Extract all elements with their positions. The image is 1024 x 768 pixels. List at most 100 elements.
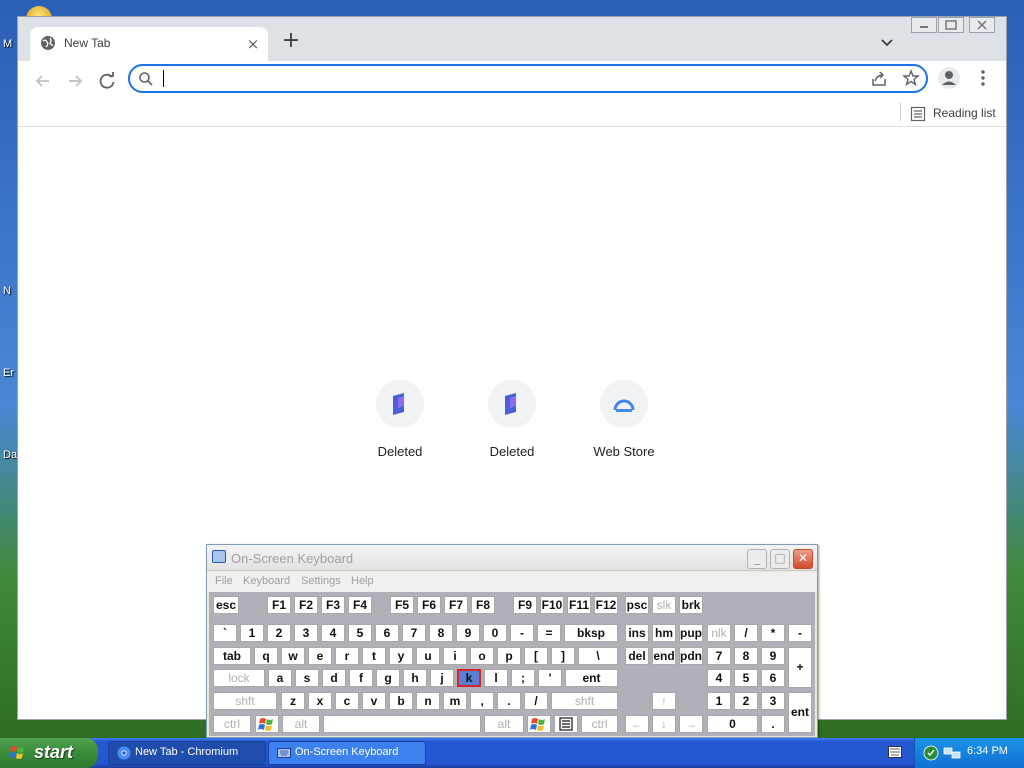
share-icon[interactable] [870, 70, 888, 88]
key-win-left[interactable] [255, 715, 279, 733]
key-alt-right[interactable]: alt [484, 715, 524, 733]
key-num-3[interactable]: 3 [761, 692, 785, 710]
key-d[interactable]: d [322, 669, 346, 687]
key-period[interactable]: . [497, 692, 521, 710]
key-t[interactable]: t [362, 647, 386, 665]
key-num-9[interactable]: 9 [761, 647, 785, 665]
key-num-plus[interactable]: + [788, 647, 812, 688]
key-g[interactable]: g [376, 669, 400, 687]
key-num-5[interactable]: 5 [734, 669, 758, 687]
chevron-down-icon[interactable] [878, 33, 896, 51]
more-vertical-icon[interactable] [976, 67, 990, 89]
key-quote[interactable]: ' [538, 669, 562, 687]
menu-file[interactable]: File [215, 575, 233, 587]
key-f4[interactable]: F4 [348, 596, 372, 614]
key-ctrl-left[interactable]: ctrl [213, 715, 251, 733]
maximize-button[interactable] [938, 17, 964, 33]
key-menu[interactable] [554, 715, 578, 733]
key-num-6[interactable]: 6 [761, 669, 785, 687]
new-tab-button[interactable]: + [280, 30, 302, 53]
security-shield-icon[interactable] [923, 745, 939, 761]
osk-minimize-button[interactable]: _ [747, 549, 767, 569]
network-icon[interactable] [943, 745, 961, 761]
key-f10[interactable]: F10 [540, 596, 564, 614]
shortcut-tile[interactable]: Deleted [344, 380, 456, 470]
key-6[interactable]: 6 [375, 624, 399, 642]
key-num-enter[interactable]: ent [788, 692, 812, 733]
key-num-7[interactable]: 7 [707, 647, 731, 665]
key-a[interactable]: a [268, 669, 292, 687]
key-arrow-left[interactable]: ← [625, 715, 649, 733]
key-slk[interactable]: slk [652, 596, 676, 614]
key-arrow-down[interactable]: ↓ [652, 715, 676, 733]
key-pgup[interactable]: pup [679, 624, 703, 642]
key-f9[interactable]: F9 [513, 596, 537, 614]
taskbar-item-osk[interactable]: On-Screen Keyboard [268, 741, 426, 765]
key-capslock[interactable]: lock [213, 669, 265, 687]
key-n[interactable]: n [416, 692, 440, 710]
key-f12[interactable]: F12 [594, 596, 618, 614]
key-minus[interactable]: - [510, 624, 534, 642]
key-f5[interactable]: F5 [390, 596, 414, 614]
key-ins[interactable]: ins [625, 624, 649, 642]
key-s[interactable]: s [295, 669, 319, 687]
desktop-icon-label[interactable]: N [3, 285, 11, 297]
key-slash[interactable]: / [524, 692, 548, 710]
key-1[interactable]: 1 [240, 624, 264, 642]
key-backslash[interactable]: \ [578, 647, 618, 665]
key-home[interactable]: hm [652, 624, 676, 642]
key-f1[interactable]: F1 [267, 596, 291, 614]
key-pgdn[interactable]: pdn [679, 647, 703, 665]
key-equals[interactable]: = [537, 624, 561, 642]
key-tab[interactable]: tab [213, 647, 251, 665]
key-f6[interactable]: F6 [417, 596, 441, 614]
key-7[interactable]: 7 [402, 624, 426, 642]
key-e[interactable]: e [308, 647, 332, 665]
key-9[interactable]: 9 [456, 624, 480, 642]
close-icon[interactable]: × [244, 35, 262, 53]
key-r[interactable]: r [335, 647, 359, 665]
menu-keyboard[interactable]: Keyboard [243, 575, 290, 587]
key-q[interactable]: q [254, 647, 278, 665]
key-f3[interactable]: F3 [321, 596, 345, 614]
key-num-divide[interactable]: / [734, 624, 758, 642]
key-alt-left[interactable]: alt [282, 715, 320, 733]
key-4[interactable]: 4 [321, 624, 345, 642]
shortcut-tile[interactable]: Deleted [456, 380, 568, 470]
shortcut-tile[interactable]: Web Store [568, 380, 680, 470]
osk-maximize-button[interactable]: □ [770, 549, 790, 569]
key-semicolon[interactable]: ; [511, 669, 535, 687]
clock[interactable]: 6:34 PM [967, 745, 1008, 757]
key-rbracket[interactable]: ] [551, 647, 575, 665]
key-u[interactable]: u [416, 647, 440, 665]
key-arrow-up[interactable]: ↑ [652, 692, 676, 710]
back-arrow-icon[interactable] [30, 68, 56, 94]
key-i[interactable]: i [443, 647, 467, 665]
key-shift-right[interactable]: shft [551, 692, 618, 710]
key-arrow-right[interactable]: → [679, 715, 703, 733]
key-5[interactable]: 5 [348, 624, 372, 642]
key-b[interactable]: b [389, 692, 413, 710]
menu-settings[interactable]: Settings [301, 575, 341, 587]
key-backspace[interactable]: bksp [564, 624, 618, 642]
key-f2[interactable]: F2 [294, 596, 318, 614]
key-f8[interactable]: F8 [471, 596, 495, 614]
osk-titlebar[interactable]: On-Screen Keyboard _ □ ✕ [207, 545, 817, 571]
key-esc[interactable]: esc [213, 596, 239, 614]
key-z[interactable]: z [281, 692, 305, 710]
forward-arrow-icon[interactable] [62, 68, 88, 94]
key-ctrl-right[interactable]: ctrl [581, 715, 618, 733]
key-num-multiply[interactable]: * [761, 624, 785, 642]
key-psc[interactable]: psc [625, 596, 649, 614]
key-w[interactable]: w [281, 647, 305, 665]
key-num-minus[interactable]: - [788, 624, 812, 642]
tab-new-tab[interactable]: New Tab × [30, 27, 268, 61]
key-3[interactable]: 3 [294, 624, 318, 642]
osk-close-button[interactable]: ✕ [793, 549, 813, 569]
close-window-button[interactable] [969, 17, 995, 33]
key-space[interactable] [323, 715, 481, 733]
key-2[interactable]: 2 [267, 624, 291, 642]
key-lbracket[interactable]: [ [524, 647, 548, 665]
key-v[interactable]: v [362, 692, 386, 710]
key-h[interactable]: h [403, 669, 427, 687]
